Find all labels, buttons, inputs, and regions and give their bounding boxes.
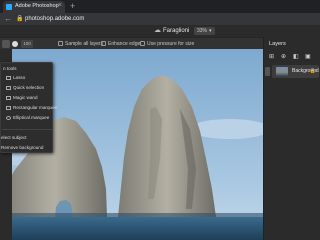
visibility-toggle-icon[interactable]	[265, 67, 270, 76]
checkbox-icon	[58, 41, 63, 46]
photoshop-favicon-icon	[6, 4, 12, 10]
menu-item-label: Rectangular marquee	[13, 105, 58, 110]
tool-preset-button[interactable]	[2, 40, 10, 48]
menu-item-lasso[interactable]: Lasso	[6, 73, 25, 82]
zoom-dropdown[interactable]: 33% ▾	[194, 27, 215, 35]
chevron-down-icon: ▾	[209, 28, 212, 34]
document-name: Faraglioni	[163, 28, 190, 34]
lock-icon[interactable]: 🔒	[16, 13, 23, 25]
select-subject-button[interactable]: elect subject	[1, 133, 27, 142]
browser-tab-strip: Adobe Photoshop × +	[0, 0, 320, 13]
brush-icon[interactable]	[12, 41, 18, 47]
flyout-header: n tools	[3, 66, 17, 71]
layers-panel-title: Layers	[269, 41, 286, 47]
delete-layer-icon[interactable]: ▣	[305, 53, 311, 61]
zoom-value: 33%	[197, 28, 208, 34]
brush-size-field[interactable]: 100	[21, 40, 33, 48]
remove-background-button[interactable]: Remove background	[1, 143, 43, 152]
checkbox-icon	[140, 41, 145, 46]
layers-panel-icons: ⊞ ⊕ ◧ ▣	[269, 53, 319, 61]
add-layer-icon[interactable]: ⊕	[281, 53, 286, 61]
new-tab-icon[interactable]: +	[70, 1, 75, 11]
menu-item-label: Magic wand	[13, 95, 38, 100]
close-tab-icon[interactable]: ×	[58, 2, 62, 9]
layer-row[interactable]: Background 🔒	[265, 65, 319, 78]
lasso-icon	[6, 75, 11, 80]
layer-thumbnail	[276, 67, 288, 76]
layers-panel: Layers ⊞ ⊕ ◧ ▣ Background 🔒	[263, 37, 320, 240]
magic-wand-icon	[6, 95, 11, 100]
selection-tools-flyout: n tools Lasso Quick selection Magic wand…	[0, 62, 57, 153]
menu-item-label: Lasso	[13, 75, 26, 80]
quick-selection-icon	[6, 85, 11, 90]
sample-all-layers-label: Sample all layers	[65, 41, 104, 47]
lock-icon[interactable]: 🔒	[310, 65, 316, 78]
menu-item-magic-wand[interactable]: Magic wand	[6, 93, 38, 102]
menu-item-label: Elliptical marquee	[13, 115, 50, 120]
url-text[interactable]: photoshop.adobe.com	[25, 13, 84, 25]
browser-tab-title: Adobe Photoshop	[15, 3, 59, 9]
back-arrow-icon[interactable]: ←	[4, 13, 12, 25]
app-header: ☁ Faraglioni 33% ▾	[0, 25, 320, 37]
menu-item-elliptical-marquee[interactable]: Elliptical marquee	[6, 113, 49, 122]
ellipse-marquee-icon	[6, 115, 11, 120]
menu-item-label: Quick selection	[13, 85, 45, 90]
browser-tab[interactable]: Adobe Photoshop ×	[3, 1, 65, 13]
rectangle-marquee-icon	[6, 105, 11, 110]
menu-divider	[2, 129, 52, 130]
use-pressure-label: Use pressure for size	[147, 41, 195, 47]
enhance-edge-label: Enhance edge	[108, 41, 141, 47]
cloud-icon: ☁	[154, 27, 161, 34]
layer-properties-icon[interactable]: ⊞	[269, 53, 274, 61]
checkbox-icon	[101, 41, 106, 46]
mask-icon[interactable]: ◧	[293, 53, 299, 61]
document-title[interactable]: ☁ Faraglioni	[154, 25, 189, 37]
address-bar[interactable]: ← 🔒 photoshop.adobe.com	[0, 13, 320, 25]
menu-item-quick-selection[interactable]: Quick selection	[6, 83, 44, 92]
menu-item-rectangular-marquee[interactable]: Rectangular marquee	[6, 103, 57, 112]
